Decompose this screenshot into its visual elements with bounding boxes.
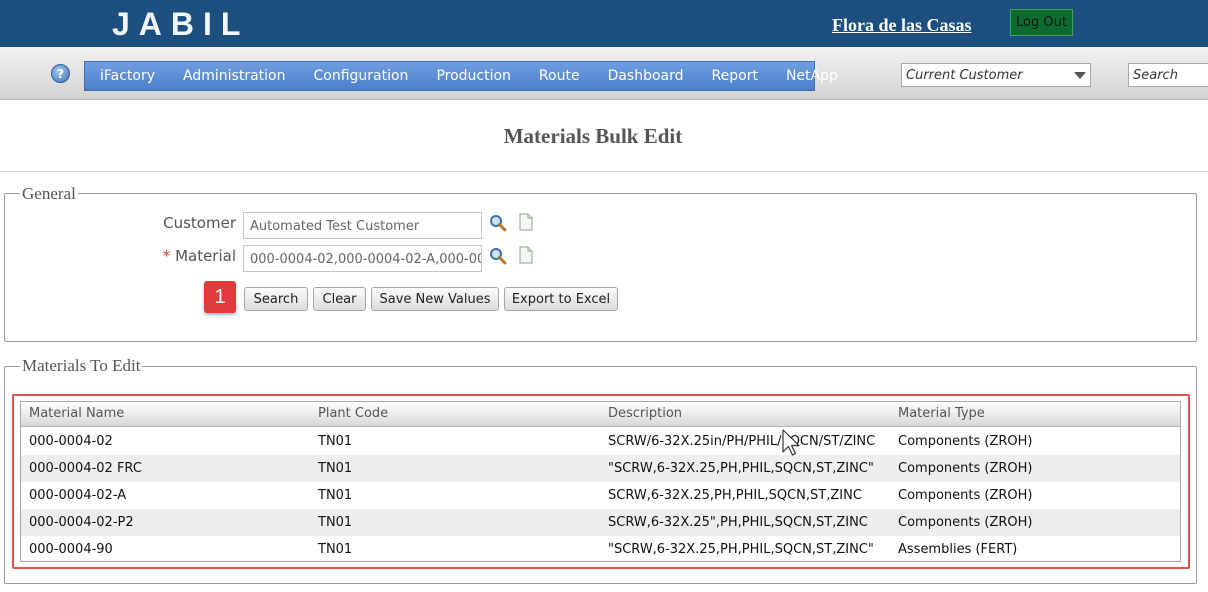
menu-item-administration[interactable]: Administration xyxy=(169,68,299,84)
menu-item-ifactory[interactable]: iFactory xyxy=(86,68,169,84)
menu-item-configuration[interactable]: Configuration xyxy=(299,68,422,84)
search-button[interactable]: Search xyxy=(244,287,308,311)
material-label-text: Material xyxy=(175,247,236,265)
user-name-link[interactable]: Flora de las Casas xyxy=(832,15,972,36)
required-marker: * xyxy=(162,247,171,265)
logout-button[interactable]: Log Out xyxy=(1010,9,1073,36)
help-icon[interactable]: ? xyxy=(51,64,70,83)
mouse-cursor-icon xyxy=(782,429,800,456)
search-icon[interactable] xyxy=(489,247,507,265)
main-menu: iFactory Administration Configuration Pr… xyxy=(84,61,838,91)
nav-bar: ? iFactory Administration Configuration … xyxy=(0,47,1208,100)
grid-highlight-box xyxy=(12,394,1190,569)
global-search-input[interactable]: Search xyxy=(1128,63,1208,87)
materials-legend: Materials To Edit xyxy=(20,356,143,376)
export-to-excel-button[interactable]: Export to Excel xyxy=(504,287,618,311)
customer-label: Customer xyxy=(163,214,236,232)
menu-item-netapp[interactable]: NetApp xyxy=(772,68,852,84)
material-input[interactable]: 000-0004-02,000-0004-02-A,000-0004-02-P2 xyxy=(243,245,482,272)
menu-item-route[interactable]: Route xyxy=(525,68,594,84)
clear-button[interactable]: Clear xyxy=(313,287,366,311)
document-icon[interactable] xyxy=(518,246,534,264)
menu-item-report[interactable]: Report xyxy=(698,68,772,84)
search-icon[interactable] xyxy=(489,214,507,232)
document-icon[interactable] xyxy=(518,213,534,231)
top-header: JABIL Flora de las Casas Log Out xyxy=(0,0,1208,47)
current-customer-value: Current Customer xyxy=(906,68,1023,83)
menu-item-production[interactable]: Production xyxy=(422,68,524,84)
current-customer-select[interactable]: Current Customer xyxy=(901,63,1091,87)
menu-item-dashboard[interactable]: Dashboard xyxy=(594,68,698,84)
step-badge: 1 xyxy=(204,281,236,313)
title-divider xyxy=(0,171,1208,172)
save-new-values-button[interactable]: Save New Values xyxy=(371,287,499,311)
customer-input[interactable]: Automated Test Customer xyxy=(243,212,482,239)
jabil-logo: JABIL xyxy=(112,6,250,42)
general-legend: General xyxy=(20,184,78,204)
material-label: * Material xyxy=(140,247,236,265)
chevron-down-icon[interactable] xyxy=(1074,72,1086,79)
page-title: Materials Bulk Edit xyxy=(503,124,683,148)
